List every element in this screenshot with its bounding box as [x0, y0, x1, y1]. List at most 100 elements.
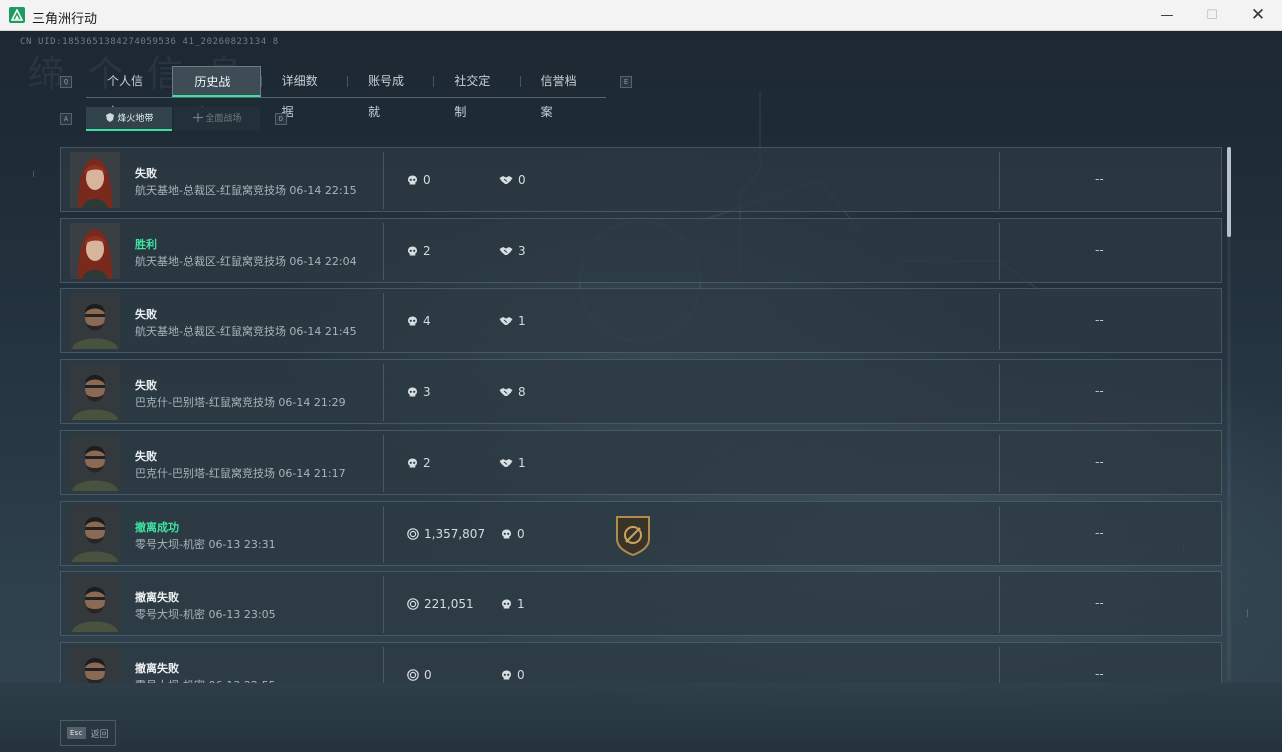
main-tab-3[interactable]: 账号成就	[346, 66, 433, 119]
column-divider	[383, 576, 384, 633]
prev-tab-key-hint[interactable]: Q	[60, 76, 72, 88]
match-record-row[interactable]: 撤离失败 零号大坝-机密 06-13 23:05 221,051 1 --	[60, 571, 1222, 636]
list-scrollbar[interactable]	[1227, 147, 1231, 681]
next-subtab-key-hint[interactable]: D	[275, 113, 287, 125]
stat-value: 221,051	[424, 597, 474, 611]
minimize-button[interactable]: —	[1144, 0, 1190, 31]
back-button[interactable]: Esc 返回	[60, 720, 116, 746]
stat-value: 0	[517, 527, 525, 541]
female-operator-avatar	[70, 223, 120, 279]
extra-value: --	[1095, 384, 1104, 398]
skull-icon	[501, 599, 512, 610]
column-divider	[383, 223, 384, 280]
coin-icon	[407, 528, 419, 540]
main-tab-1[interactable]: 历史战绩	[172, 66, 261, 120]
extra-value: --	[1095, 455, 1104, 469]
main-tab-0[interactable]: 个人信息	[86, 66, 172, 119]
match-history-list[interactable]: 失败 航天基地-总裁区-红鼠窝竞技场 06-14 22:15 0 0 -- 胜利 航天基地-…	[60, 147, 1223, 683]
match-record-row[interactable]: 失败巴克什-巴别塔-红鼠窝竞技场 06-14 21:29 3 8 --	[60, 359, 1222, 424]
next-tab-key-hint[interactable]: E	[620, 76, 632, 88]
extra-value: --	[1095, 243, 1104, 257]
stat-value: 1,357,807	[424, 527, 486, 541]
skull-stat: 4	[407, 313, 431, 329]
stat-value: 1	[518, 314, 526, 328]
close-button[interactable]: ✕	[1235, 0, 1281, 31]
match-map-time: 巴克什-巴别塔-红鼠窝竞技场 06-14 21:29	[135, 396, 346, 409]
coin-stat: 0	[407, 667, 432, 683]
maximize-button[interactable]: ☐	[1189, 0, 1235, 31]
match-result: 失败	[135, 167, 157, 180]
skull-icon	[501, 670, 512, 681]
handshake-stat: 3	[499, 243, 526, 259]
match-result: 失败	[135, 308, 157, 321]
subtab-operations[interactable]: 烽火地带	[86, 107, 172, 131]
stat-value: 2	[423, 244, 431, 258]
skull-icon	[407, 387, 418, 398]
handshake-icon	[499, 316, 513, 326]
main-tab-bar: 个人信息历史战绩详细数据账号成就社交定制信誉档案	[86, 66, 606, 120]
column-divider	[999, 576, 1000, 633]
column-divider	[999, 293, 1000, 350]
window-title: 三角洲行动	[32, 12, 98, 27]
stat-value: 8	[518, 385, 526, 399]
handshake-stat: 1	[499, 455, 526, 471]
stat-value: 0	[517, 668, 525, 682]
match-map-time: 航天基地-总裁区-红鼠窝竞技场 06-14 22:04	[135, 255, 357, 268]
skull-stat: 0	[501, 526, 525, 542]
prev-subtab-key-hint[interactable]: A	[60, 113, 72, 125]
main-tab-5[interactable]: 信誉档案	[519, 66, 606, 119]
male-operator-avatar	[70, 576, 120, 632]
male-operator-avatar	[70, 506, 120, 562]
stat-value: 3	[423, 385, 431, 399]
main-tab-2[interactable]: 详细数据	[260, 66, 347, 119]
handshake-icon	[499, 458, 513, 468]
match-result: 失败	[135, 450, 157, 463]
match-record-row[interactable]: 失败 航天基地-总裁区-红鼠窝竞技场 06-14 22:15 0 0 --	[60, 147, 1222, 212]
extra-value: --	[1095, 313, 1104, 327]
coin-icon	[407, 598, 419, 610]
column-divider	[383, 152, 384, 209]
coin-stat: 1,357,807	[407, 526, 485, 542]
shield-mode-icon	[105, 113, 114, 122]
column-divider	[999, 152, 1000, 209]
match-record-row[interactable]: 失败 巴克什-巴别塔-红鼠窝竞技场 06-14 21:17 2 1 --	[60, 430, 1222, 495]
match-result: 失败	[135, 379, 157, 392]
male-operator-avatar	[70, 364, 120, 420]
male-operator-avatar	[70, 647, 120, 683]
app-logo-icon	[9, 7, 25, 23]
esc-key-hint: Esc	[67, 727, 86, 739]
column-divider	[383, 364, 384, 421]
handshake-stat: 0	[499, 172, 526, 188]
handshake-icon	[499, 246, 513, 256]
extra-value: --	[1095, 667, 1104, 681]
match-map-time: 零号大坝-机密 06-13 23:31	[135, 538, 276, 551]
coin-stat: 221,051	[407, 596, 474, 612]
subtab-warfare[interactable]: 全面战场	[174, 107, 260, 131]
skull-icon	[407, 246, 418, 257]
stat-value: 4	[423, 314, 431, 328]
column-divider	[383, 435, 384, 492]
skull-icon	[407, 175, 418, 186]
match-record-row[interactable]: 撤离失败零号大坝-机密 06-13 22:5500--	[60, 642, 1222, 683]
column-divider	[999, 435, 1000, 492]
match-record-row[interactable]: 撤离成功 零号大坝-机密 06-13 23:31 1,357,807 0 --	[60, 501, 1222, 566]
match-map-time: 航天基地-总裁区-红鼠窝竞技场 06-14 21:45	[135, 325, 357, 338]
match-map-time: 航天基地-总裁区-红鼠窝竞技场 06-14 22:15	[135, 184, 357, 197]
stat-value: 0	[518, 173, 526, 187]
skull-icon	[407, 316, 418, 327]
match-map-time: 零号大坝-机密 06-13 23:05	[135, 608, 276, 621]
match-result: 胜利	[135, 238, 157, 251]
window-titlebar: 三角洲行动 — ☐ ✕	[0, 0, 1282, 31]
handshake-icon	[499, 175, 513, 185]
stat-value: 0	[424, 668, 432, 682]
skull-stat: 0	[407, 172, 431, 188]
match-record-row[interactable]: 胜利航天基地-总裁区-红鼠窝竞技场 06-14 22:04 2 3 --	[60, 218, 1222, 283]
scrollbar-thumb[interactable]	[1227, 147, 1231, 237]
match-result: 撤离失败	[135, 662, 179, 675]
skull-stat: 3	[407, 384, 431, 400]
extraction-badge-icon	[614, 514, 652, 561]
stat-value: 2	[423, 456, 431, 470]
stat-value: 0	[423, 173, 431, 187]
main-tab-4[interactable]: 社交定制	[433, 66, 519, 119]
match-record-row[interactable]: 失败航天基地-总裁区-红鼠窝竞技场 06-14 21:45 4 1 --	[60, 288, 1222, 353]
